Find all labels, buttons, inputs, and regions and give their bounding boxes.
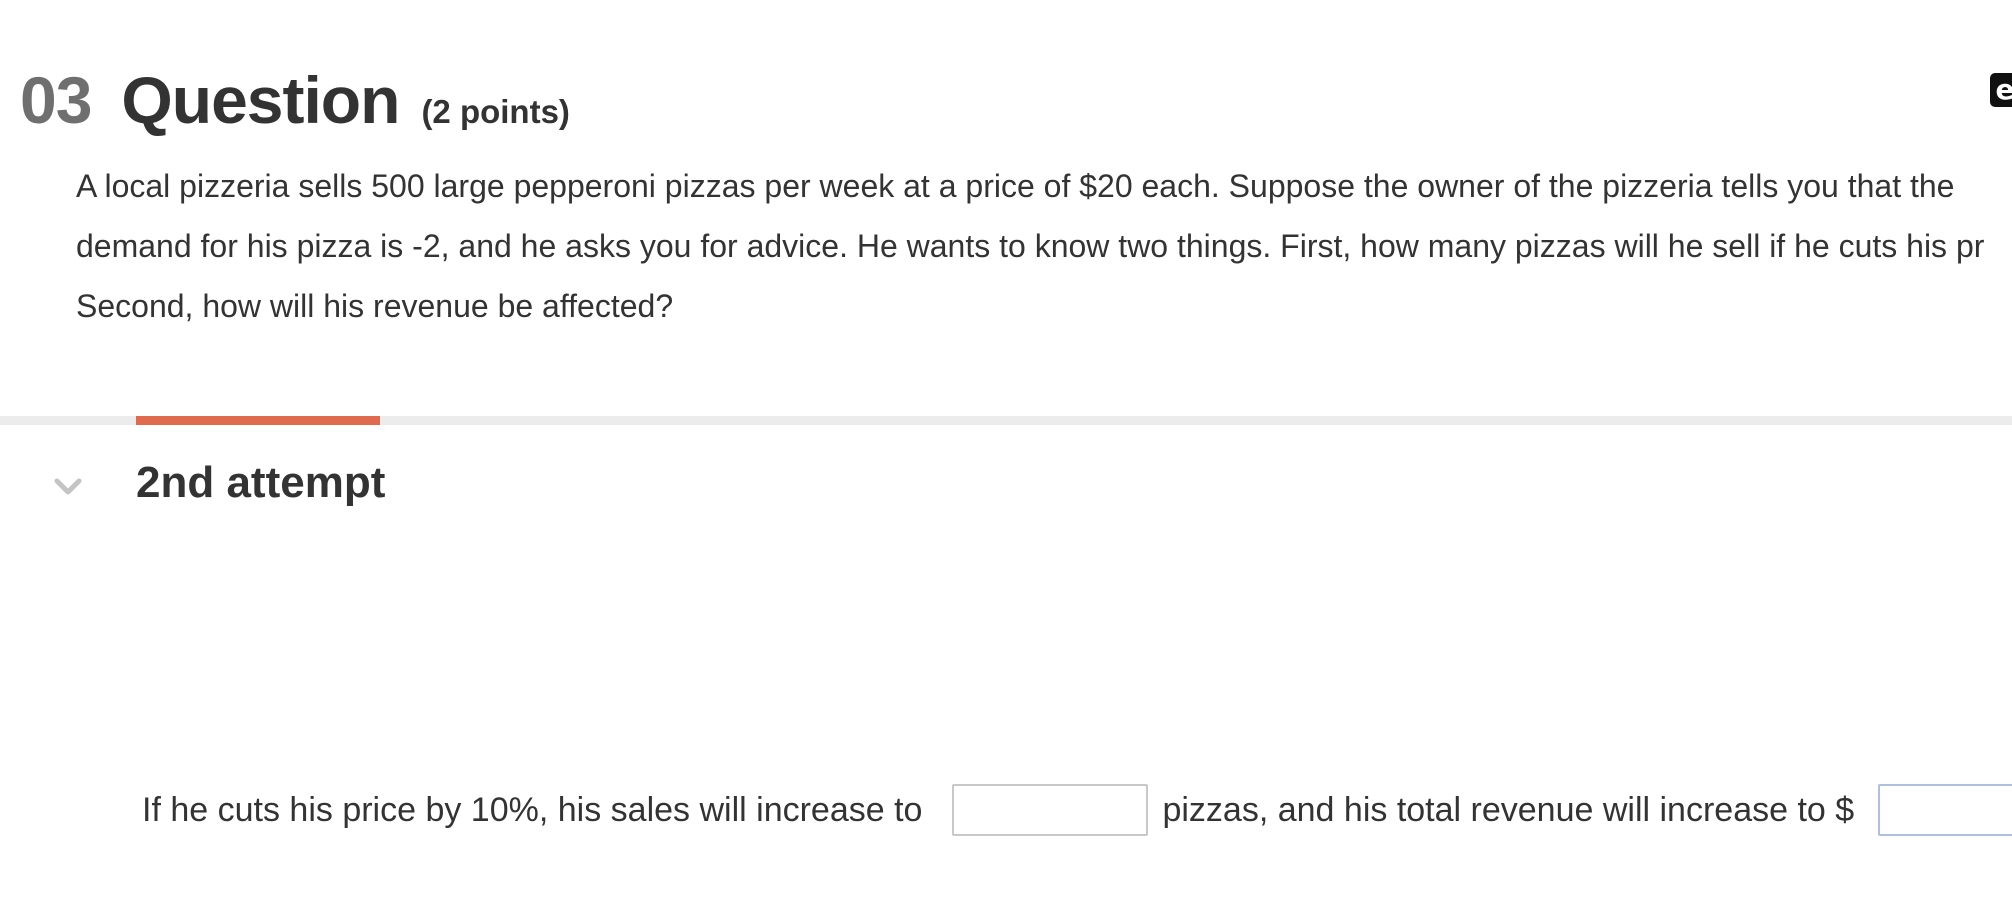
answer-row: If he cuts his price by 10%, his sales w…: [142, 780, 2012, 840]
question-header: 03 Question (2 points): [20, 62, 570, 138]
question-points: (2 points): [421, 93, 570, 130]
question-text-line: Second, how will his revenue be affected…: [76, 288, 674, 324]
question-number: 03: [20, 63, 92, 137]
answer-middle-text: pizzas, and his total revenue will incre…: [1162, 790, 1855, 829]
ebook-icon[interactable]: e: [1990, 73, 2012, 107]
attempt-divider-accent: [136, 416, 380, 425]
question-page: 03 Question (2 points) e A local pizzeri…: [0, 0, 2012, 898]
answer-prefix-text: If he cuts his price by 10%, his sales w…: [142, 790, 923, 829]
question-title: Question: [121, 63, 400, 137]
question-text: A local pizzeria sells 500 large peppero…: [76, 156, 2012, 336]
question-text-line: A local pizzeria sells 500 large peppero…: [76, 168, 1955, 204]
revenue-input[interactable]: [1878, 784, 2012, 836]
attempt-label[interactable]: 2nd attempt: [136, 458, 385, 508]
chevron-down-icon[interactable]: [52, 470, 84, 502]
sales-input[interactable]: [952, 784, 1149, 836]
question-text-line: demand for his pizza is -2, and he asks …: [76, 228, 1985, 264]
